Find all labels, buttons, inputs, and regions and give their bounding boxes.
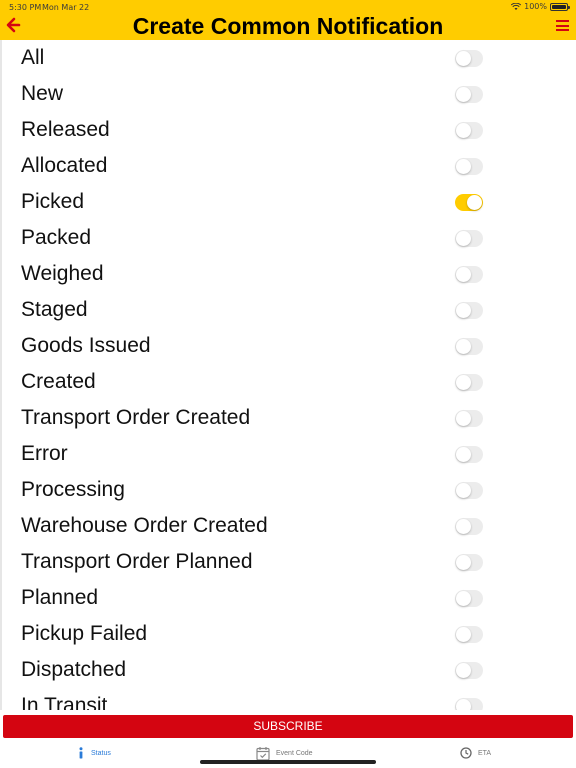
toggle-knob — [456, 591, 471, 606]
toggle-knob — [456, 303, 471, 318]
status-row: Warehouse Order Created — [2, 508, 576, 544]
toggle-knob — [456, 519, 471, 534]
status-row: Weighed — [2, 256, 576, 292]
status-row: New — [2, 76, 576, 112]
status-row: Allocated — [2, 148, 576, 184]
status-label: Goods Issued — [21, 334, 151, 357]
status-row: Picked — [2, 184, 576, 220]
status-toggle[interactable] — [455, 590, 483, 607]
home-indicator — [200, 760, 376, 764]
toggle-knob — [456, 87, 471, 102]
tab-eta[interactable]: ETA — [460, 743, 491, 763]
status-toggle[interactable] — [455, 302, 483, 319]
status-label: Transport Order Created — [21, 406, 251, 429]
toggle-knob — [456, 555, 471, 570]
status-label: Allocated — [21, 154, 108, 177]
calendar-icon — [256, 746, 270, 761]
status-row: Dispatched — [2, 652, 576, 688]
status-label: Warehouse Order Created — [21, 514, 268, 537]
subscribe-button[interactable]: SUBSCRIBE — [3, 715, 573, 738]
status-toggle[interactable] — [455, 338, 483, 355]
status-toggle[interactable] — [455, 266, 483, 283]
status-label: Picked — [21, 190, 85, 213]
toggle-knob — [456, 267, 471, 282]
status-toggle[interactable] — [455, 482, 483, 499]
status-toggle[interactable] — [455, 86, 483, 103]
toggle-knob — [456, 411, 471, 426]
toggle-knob — [467, 195, 482, 210]
toggle-knob — [456, 231, 471, 246]
status-label: Created — [21, 370, 96, 393]
status-toggle[interactable] — [455, 518, 483, 535]
toggle-knob — [456, 663, 471, 678]
status-label: Weighed — [21, 262, 104, 285]
tab-event-code-label: Event Code — [276, 749, 313, 757]
status-row: In Transit — [2, 688, 576, 710]
status-date: Mon Mar 22 — [42, 3, 90, 12]
status-toggle[interactable] — [455, 410, 483, 427]
status-toggle[interactable] — [455, 626, 483, 643]
status-list[interactable]: All New Released Allocated Picked Packed Weigh… — [0, 40, 576, 710]
status-row: Planned — [2, 580, 576, 616]
status-row: Staged — [2, 292, 576, 328]
status-label: Released — [21, 118, 110, 141]
status-toggle[interactable] — [455, 554, 483, 571]
status-row: Goods Issued — [2, 328, 576, 364]
toggle-knob — [456, 627, 471, 642]
status-label: Processing — [21, 478, 125, 501]
app-header: 5:30 PM Mon Mar 22 100% Create Common No… — [0, 0, 576, 40]
status-toggle[interactable] — [455, 662, 483, 679]
status-toggle[interactable] — [455, 230, 483, 247]
status-toggle[interactable] — [455, 50, 483, 67]
status-row: Created — [2, 364, 576, 400]
status-row: Pickup Failed — [2, 616, 576, 652]
status-label: Transport Order Planned — [21, 550, 253, 573]
tab-eta-label: ETA — [478, 749, 492, 757]
status-toggle[interactable] — [455, 194, 483, 211]
tab-status[interactable]: Status — [77, 743, 111, 763]
status-label: Packed — [21, 226, 92, 249]
toggle-knob — [456, 51, 471, 66]
status-row: Packed — [2, 220, 576, 256]
status-label: Dispatched — [21, 658, 127, 681]
toggle-knob — [456, 699, 471, 710]
status-row: Transport Order Created — [2, 400, 576, 436]
status-time: 5:30 PM — [9, 3, 42, 12]
status-label: New — [21, 82, 64, 105]
hamburger-menu-icon[interactable] — [556, 20, 569, 31]
page-title: Create Common Notification — [132, 13, 444, 39]
toggle-knob — [456, 447, 471, 462]
status-label: All — [21, 46, 45, 69]
status-row: Transport Order Planned — [2, 544, 576, 580]
toggle-knob — [456, 375, 471, 390]
battery-percent: 100% — [524, 2, 547, 11]
status-row: Error — [2, 436, 576, 472]
status-label: Error — [21, 442, 68, 465]
status-toggle[interactable] — [455, 158, 483, 175]
tab-status-label: Status — [91, 749, 111, 757]
status-row: All — [2, 40, 576, 76]
status-label: In Transit — [21, 694, 108, 710]
status-toggle[interactable] — [455, 446, 483, 463]
toggle-knob — [456, 159, 471, 174]
status-row: Released — [2, 112, 576, 148]
info-icon — [79, 747, 83, 759]
status-label: Staged — [21, 298, 88, 321]
status-right: 100% — [511, 2, 570, 11]
toggle-knob — [456, 483, 471, 498]
battery-icon — [550, 2, 570, 11]
status-bar: 5:30 PM Mon Mar 22 100% — [0, 0, 576, 13]
toggle-knob — [456, 339, 471, 354]
status-row: Processing — [2, 472, 576, 508]
clock-icon — [460, 747, 472, 759]
wifi-icon — [511, 2, 522, 10]
status-label: Planned — [21, 586, 99, 609]
toggle-knob — [456, 123, 471, 138]
status-toggle[interactable] — [455, 698, 483, 710]
status-toggle[interactable] — [455, 374, 483, 391]
status-toggle[interactable] — [455, 122, 483, 139]
status-label: Pickup Failed — [21, 622, 148, 645]
